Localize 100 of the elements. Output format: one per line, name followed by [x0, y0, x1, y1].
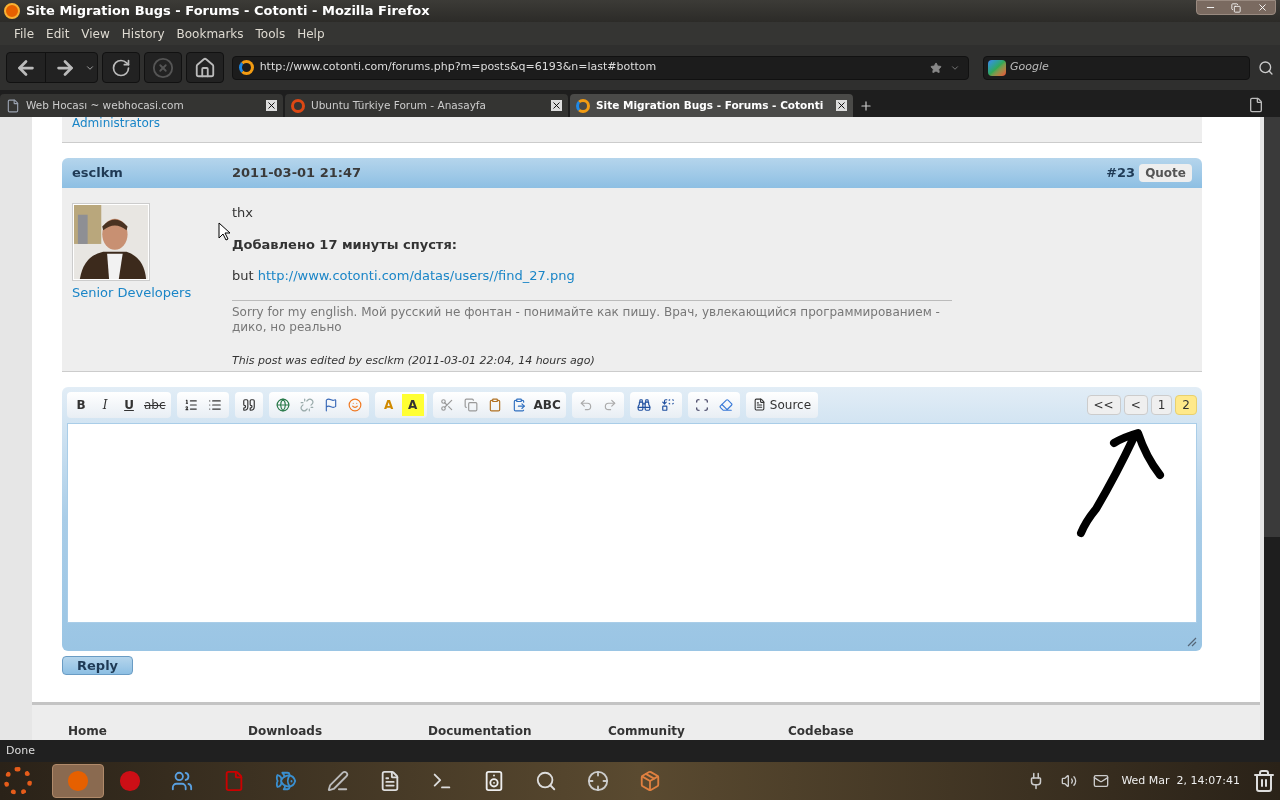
source-button[interactable]: Source [748, 395, 816, 414]
reply-button[interactable]: Reply [62, 656, 134, 675]
bulleted-list-icon [207, 397, 222, 412]
resize-handle-icon[interactable] [1187, 637, 1197, 647]
replace-icon [660, 397, 675, 412]
page-button[interactable]: << [1086, 394, 1121, 415]
cotonti-logo-icon [576, 98, 590, 113]
mail-icon[interactable] [1093, 773, 1110, 789]
numbered-list-icon [183, 397, 198, 412]
page-button[interactable]: 2 [1175, 394, 1197, 415]
edit-note: This post was edited by esclkm (2011-03-01 22:04, 14 hours ago) [232, 352, 596, 369]
menu-item[interactable]: Bookmarks [170, 24, 250, 43]
footer-link[interactable]: Downloads [248, 725, 428, 740]
browser-tab[interactable]: Site Migration Bugs - Forums - Cotonti [570, 94, 853, 117]
clipboard-icon [487, 397, 502, 412]
stop-icon [151, 56, 174, 79]
tab-title: Site Migration Bugs - Forums - Cotonti [596, 97, 825, 113]
tab-title: Ubuntu Türkiye Forum - Anasayfa [311, 97, 487, 113]
package-icon [639, 770, 661, 792]
ubuntu-menu-icon[interactable] [4, 767, 32, 795]
footer-link[interactable]: Codebase [788, 725, 968, 740]
redo-icon [602, 397, 617, 412]
reload-button[interactable] [102, 52, 140, 83]
document-icon [379, 770, 401, 792]
close-tab-icon[interactable] [266, 100, 277, 111]
menu-item[interactable]: File [8, 24, 41, 43]
post-date: 2011-03-01 21:47 [232, 164, 363, 183]
browser-logo-icon [67, 770, 89, 792]
people-icon [171, 770, 193, 792]
cotonti-logo-icon [238, 60, 254, 75]
copy-icon [463, 397, 478, 412]
paste-icon [511, 397, 526, 412]
spell-button[interactable]: ABC [531, 393, 563, 416]
volume-icon[interactable] [1061, 773, 1078, 789]
binoculars-icon [636, 397, 651, 412]
address-bar[interactable]: http://www.cotonti.com/forums.php?m=posts&q=6193&n=last#bottom [231, 55, 969, 80]
flag-icon [323, 397, 338, 412]
page-button[interactable]: 1 [1150, 394, 1173, 415]
post-text: thx [232, 204, 255, 222]
select-all-icon [694, 397, 709, 412]
tab-title: Web Hocası ~ webhocasi.com [26, 97, 185, 113]
new-tab-icon[interactable] [859, 99, 873, 113]
restore-icon [1231, 2, 1241, 13]
home-icon [193, 56, 216, 79]
menu-item[interactable]: View [75, 24, 116, 43]
image-link[interactable]: http://www.cotonti.com/datas/users//find_27.png [257, 268, 575, 283]
bold-button[interactable]: B [70, 393, 92, 416]
pen-icon [327, 770, 349, 792]
menu-item[interactable]: History [115, 24, 171, 43]
menu-item[interactable]: Help [291, 24, 331, 43]
menu-item[interactable]: Tools [249, 24, 292, 43]
fish-icon [275, 770, 297, 792]
bgcolor-button[interactable]: A [401, 393, 424, 416]
scrollbar[interactable] [1264, 117, 1280, 740]
search-engine-icon [988, 59, 1006, 76]
post-author[interactable]: esclkm [72, 163, 232, 183]
list-tabs-icon[interactable] [1248, 97, 1264, 113]
close-tab-icon[interactable] [836, 100, 847, 111]
menu-item[interactable]: Edit [40, 24, 76, 43]
post-number-link[interactable]: #23 [1106, 163, 1136, 183]
globe-icon [275, 397, 290, 412]
search-icon[interactable] [1258, 59, 1274, 76]
signature-text: Sorry for my english. Мой русский не фонтан - понимайте как пишу. Врач, увлекающийся программированием - дико, но реально [232, 304, 941, 335]
address-field[interactable]: http://www.cotonti.com/forums.php?m=posts&q=6193&n=last#bottom [259, 59, 930, 76]
search-icon [535, 770, 557, 792]
eraser-icon [718, 397, 733, 412]
search-bar[interactable]: Google [983, 55, 1251, 80]
ubuntu-logo-icon [291, 98, 305, 113]
quote-button[interactable]: Quote [1139, 164, 1192, 182]
home-button[interactable] [185, 52, 224, 83]
browser-tab[interactable]: Web Hocası ~ webhocasi.com [0, 94, 283, 117]
firefox-logo-icon [4, 3, 20, 19]
post-text: Добавлено 17 минуты спустя: [232, 235, 458, 254]
document-icon [752, 398, 766, 411]
page-icon [6, 98, 20, 113]
browser-tab[interactable]: Ubuntu Türkiye Forum - Anasayfa [285, 94, 568, 117]
clock[interactable]: Wed Mar 2, 14:07:41 [1121, 772, 1240, 790]
footer-link[interactable]: Home [68, 725, 248, 740]
undo-icon [578, 397, 593, 412]
disc-icon [119, 770, 141, 792]
mouse-pointer-icon [218, 222, 230, 241]
status-text: Done [6, 742, 35, 759]
bookmark-star-icon[interactable] [930, 61, 942, 74]
footer-link[interactable]: Community [608, 725, 788, 740]
underline-button[interactable]: U [118, 393, 140, 416]
user-group-link[interactable]: Senior Developers [72, 283, 232, 303]
post-text: but http://www.cotonti.com/datas/users//find_27.png [232, 267, 576, 285]
search-field[interactable]: Google [1010, 59, 1250, 76]
page-button[interactable]: < [1123, 394, 1148, 415]
reload-icon [110, 57, 131, 78]
unlink-icon [299, 397, 314, 412]
smiley-icon [347, 397, 362, 412]
close-icon [1256, 2, 1268, 13]
close-tab-icon[interactable] [551, 100, 562, 111]
crosshair-icon [587, 770, 609, 792]
italic-button[interactable]: I [94, 393, 116, 416]
footer-link[interactable]: Documentation [428, 725, 608, 740]
strike-button[interactable]: abc [142, 393, 168, 416]
user-group-link[interactable]: Administrators [72, 117, 161, 129]
trash-icon[interactable] [1252, 769, 1276, 793]
